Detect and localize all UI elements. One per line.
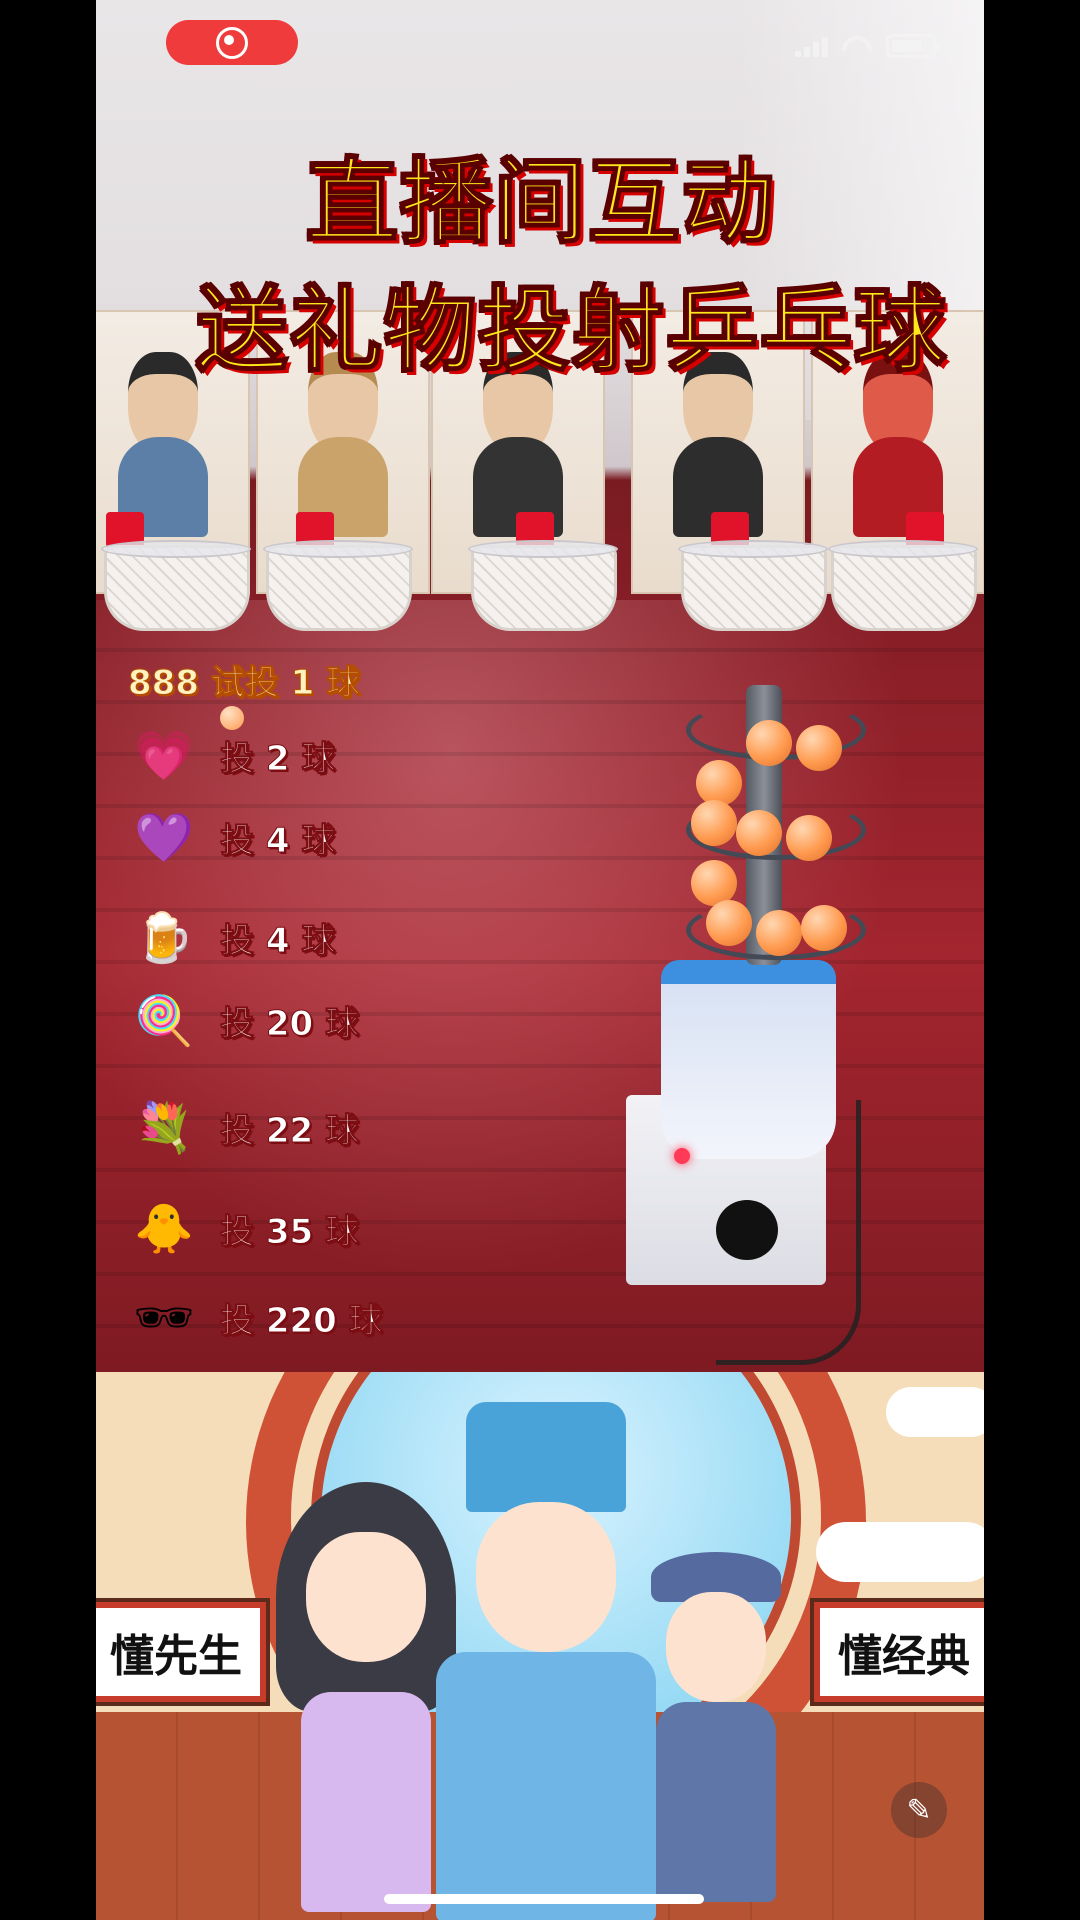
basket	[263, 540, 413, 631]
ping-pong-ball	[786, 815, 832, 861]
ping-pong-ball	[706, 900, 752, 946]
gift-label: 投 4 球	[219, 820, 336, 861]
ping-pong-ball	[756, 910, 802, 956]
girl-character	[276, 1442, 456, 1920]
boy-character	[641, 1552, 791, 1920]
screen-record-button[interactable]	[166, 20, 298, 65]
live-stream-frame: 直播间互动 送礼物投射乒乓球 888 试投 1 球 💗 投 2 球 💜 投 4 …	[96, 0, 984, 1920]
basket	[828, 540, 978, 631]
basket	[468, 540, 618, 631]
battery-icon	[886, 34, 940, 58]
ping-pong-ball	[746, 720, 792, 766]
gift-label: 投 2 球	[219, 738, 336, 779]
overlay-title-line1: 直播间互动	[305, 148, 777, 257]
cloud	[886, 1387, 984, 1437]
gift-label: 投 220 球	[220, 1300, 384, 1341]
heart-badge-icon: 💜	[134, 809, 194, 866]
gift-label: 投 4 球	[219, 920, 336, 961]
ping-pong-ball	[796, 725, 842, 771]
rose-bouquet-icon: 💐	[134, 1099, 194, 1156]
gift-list-header: 888 试投 1 球	[127, 663, 361, 704]
ping-pong-ball	[736, 810, 782, 856]
lollipop-icon: 🍭	[134, 992, 194, 1049]
wifi-icon	[842, 36, 872, 56]
gift-item: 🕶 投 220 球	[124, 1277, 384, 1357]
gift-item: 🐥 投 35 球	[124, 1188, 359, 1268]
ping-pong-ball	[696, 760, 742, 806]
sign-right: 懂经典	[814, 1602, 984, 1702]
signal-icon	[795, 35, 828, 57]
sunglasses-icon: 🕶	[133, 1289, 195, 1346]
gift-item: 🍺 投 4 球	[124, 897, 336, 977]
cloud	[816, 1522, 984, 1582]
ball-launcher	[661, 960, 836, 1159]
heart-planet-icon: 💗	[134, 727, 194, 784]
home-indicator[interactable]	[384, 1894, 704, 1904]
status-bar	[795, 34, 940, 58]
gift-label: 投 22 球	[220, 1110, 360, 1151]
video-scene: 直播间互动 送礼物投射乒乓球 888 试投 1 球 💗 投 2 球 💜 投 4 …	[96, 0, 984, 1372]
notes-icon[interactable]: ✎	[891, 1782, 947, 1838]
power-led	[674, 1148, 690, 1164]
basket	[678, 540, 828, 631]
scholar-character	[436, 1402, 656, 1920]
gift-item: 💐 投 22 球	[124, 1087, 359, 1167]
beer-mug-icon: 🍺	[134, 909, 194, 966]
duck-icon: 🐥	[134, 1200, 194, 1257]
gift-item: 💗 投 2 球	[124, 715, 336, 795]
gift-label: 投 35 球	[220, 1211, 360, 1252]
ping-pong-ball	[801, 905, 847, 951]
overlay-title-line2: 送礼物投射乒乓球	[195, 276, 949, 385]
gift-item: 💜 投 4 球	[124, 797, 336, 877]
sign-left: 懂先生	[96, 1602, 266, 1702]
gift-item: 🍭 投 20 球	[124, 980, 359, 1060]
cartoon-banner: 懂先生 懂经典	[96, 1372, 984, 1920]
basket	[101, 540, 251, 631]
gift-label: 投 20 球	[220, 1003, 360, 1044]
ping-pong-ball	[691, 800, 737, 846]
